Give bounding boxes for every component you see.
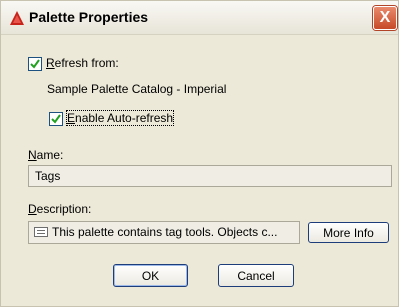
autocad-app-icon [10, 11, 24, 25]
palette-properties-dialog: Palette Properties X Refresh from: Sampl… [0, 0, 399, 307]
refresh-from-label: Refresh from: [46, 56, 119, 70]
name-value: Tags [35, 169, 61, 183]
close-icon: X [379, 9, 391, 26]
description-field[interactable]: This palette contains tag tools. Objects… [28, 221, 300, 244]
auto-refresh-label: Enable Auto-refresh [65, 110, 175, 126]
more-info-button[interactable]: More Info [308, 222, 389, 243]
description-value: This palette contains tag tools. Objects… [52, 225, 278, 239]
refresh-from-checkbox[interactable] [28, 57, 42, 71]
checkmark-icon [30, 59, 40, 69]
title-bar[interactable]: Palette Properties X [1, 1, 398, 35]
name-label: Name: [28, 148, 64, 162]
close-button[interactable]: X [373, 6, 397, 30]
name-field[interactable]: Tags [28, 165, 392, 187]
checkmark-icon [51, 114, 61, 124]
description-label: Description: [28, 202, 92, 216]
dialog-title: Palette Properties [29, 9, 149, 25]
ok-button[interactable]: OK [113, 264, 188, 287]
auto-refresh-checkbox[interactable] [49, 112, 63, 126]
text-field-icon [34, 227, 48, 237]
cancel-button[interactable]: Cancel [218, 264, 294, 287]
catalog-source-text: Sample Palette Catalog - Imperial [47, 82, 227, 96]
